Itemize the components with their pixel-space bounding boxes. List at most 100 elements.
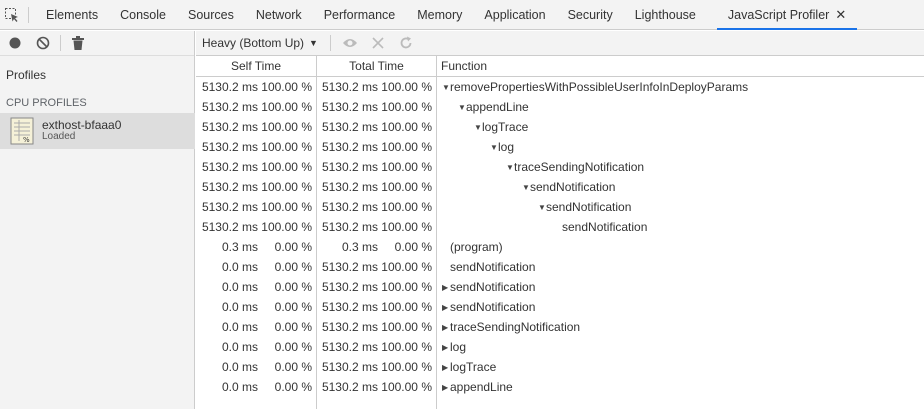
tab-performance[interactable]: Performance — [313, 0, 407, 30]
tab-memory[interactable]: Memory — [406, 0, 473, 30]
expanded-triangle-icon[interactable]: ▼ — [458, 98, 466, 118]
clear-icon[interactable] — [32, 32, 54, 54]
table-row[interactable]: 5130.2 ms 100.00 % 5130.2 ms 100.00 % ▼remov… — [196, 77, 924, 97]
tab-console[interactable]: Console — [109, 0, 177, 30]
collapsed-triangle-icon[interactable]: ▶ — [442, 338, 450, 358]
expanded-triangle-icon[interactable]: ▼ — [474, 118, 482, 138]
function-name: appendLine — [466, 100, 529, 114]
function-cell: ▼log — [490, 137, 514, 158]
self-time-percent: 0.00 % — [274, 360, 312, 374]
restore-reload-icon[interactable] — [395, 32, 417, 54]
table-row[interactable]: 0.0 ms 0.00 % 5130.2 ms 100.00 % ▶ log — [196, 337, 924, 357]
self-time-ms: 0.0 ms — [221, 280, 258, 294]
profile-status: Loaded — [42, 131, 76, 142]
function-name: logTrace — [450, 360, 497, 374]
collapsed-triangle-icon[interactable]: ▶ — [442, 378, 450, 398]
profiles-sidebar: Profiles CPU PROFILES % exthost-bfaaa0 L… — [0, 31, 195, 409]
close-icon[interactable]: ✕ — [835, 7, 846, 22]
total-time-ms: 5130.2 ms — [321, 280, 378, 294]
profile-item[interactable]: % exthost-bfaaa0 Loaded — [0, 113, 195, 149]
dropdown-caret-icon: ▼ — [309, 38, 318, 48]
tab-divider — [28, 6, 29, 23]
function-cell: ▼removePropertiesWithPossibleUserInfoInD… — [442, 77, 748, 98]
focus-eye-icon[interactable] — [339, 32, 361, 54]
view-mode-select[interactable]: Heavy (Bottom Up) ▼ — [202, 36, 318, 50]
function-name: traceSendingNotification — [450, 320, 581, 334]
tab-application[interactable]: Application — [473, 0, 556, 30]
function-name: (program) — [450, 240, 503, 254]
tab-javascript-profiler[interactable]: JavaScript Profiler ✕ — [716, 0, 858, 30]
self-time-percent: 0.00 % — [274, 340, 312, 354]
expanded-triangle-icon[interactable]: ▼ — [506, 158, 514, 178]
table-row[interactable]: 0.3 ms 0.00 % 0.3 ms 0.00 % (program) — [196, 237, 924, 257]
collapsed-triangle-icon[interactable]: ▶ — [442, 358, 450, 378]
total-time-ms: 5130.2 ms — [321, 100, 378, 114]
self-time-ms: 0.3 ms — [221, 240, 258, 254]
table-header: Self Time Total Time Function — [196, 56, 924, 77]
inspect-element-icon[interactable] — [0, 0, 24, 30]
table-row[interactable]: 0.0 ms 0.00 % 5130.2 ms 100.00 % ▶ traceSendi… — [196, 317, 924, 337]
total-time-ms: 5130.2 ms — [321, 340, 378, 354]
table-row[interactable]: 5130.2 ms 100.00 % 5130.2 ms 100.00 % ▼sendN… — [196, 177, 924, 197]
expanded-triangle-icon[interactable]: ▼ — [490, 138, 498, 158]
collapsed-triangle-icon[interactable]: ▶ — [442, 318, 450, 338]
table-row[interactable]: 0.0 ms 0.00 % 5130.2 ms 100.00 % sendNotific… — [196, 257, 924, 277]
expanded-triangle-icon[interactable]: ▼ — [538, 198, 546, 218]
function-cell: sendNotification — [450, 257, 535, 277]
collapsed-triangle-icon[interactable]: ▶ — [442, 278, 450, 298]
self-time-percent: 0.00 % — [274, 240, 312, 254]
collapsed-triangle-icon[interactable]: ▶ — [442, 298, 450, 318]
table-row[interactable]: 5130.2 ms 100.00 % 5130.2 ms 100.00 % sendNo… — [196, 217, 924, 237]
table-row[interactable]: 5130.2 ms 100.00 % 5130.2 ms 100.00 % ▼logTr… — [196, 117, 924, 137]
total-time-percent: 100.00 % — [381, 260, 432, 274]
profile-rows: 5130.2 ms 100.00 % 5130.2 ms 100.00 % ▼remov… — [196, 77, 924, 397]
function-name: log — [498, 140, 515, 154]
tab-lighthouse[interactable]: Lighthouse — [624, 0, 707, 30]
total-time-percent: 100.00 % — [381, 380, 432, 394]
self-time-percent: 100.00 % — [261, 200, 312, 214]
total-time-ms: 5130.2 ms — [321, 200, 378, 214]
table-row[interactable]: 0.0 ms 0.00 % 5130.2 ms 100.00 % ▶ sendNotifi… — [196, 277, 924, 297]
function-name: appendLine — [450, 380, 513, 394]
table-row[interactable]: 5130.2 ms 100.00 % 5130.2 ms 100.00 % ▼sendN… — [196, 197, 924, 217]
function-cell: ▼appendLine — [458, 97, 529, 118]
function-name: sendNotification — [450, 280, 536, 294]
function-cell: ▶ sendNotification — [442, 297, 535, 318]
function-cell: ▶ appendLine — [442, 377, 513, 398]
function-cell: ▼sendNotification — [522, 177, 615, 198]
expanded-triangle-icon[interactable]: ▼ — [442, 78, 450, 98]
self-time-ms: 0.0 ms — [221, 360, 258, 374]
self-time-ms: 5130.2 ms — [201, 220, 258, 234]
total-time-percent: 100.00 % — [381, 220, 432, 234]
function-cell: ▶ traceSendingNotification — [442, 317, 580, 338]
table-row[interactable]: 5130.2 ms 100.00 % 5130.2 ms 100.00 % ▼appen… — [196, 97, 924, 117]
tab-network[interactable]: Network — [245, 0, 313, 30]
expanded-triangle-icon[interactable]: ▼ — [522, 178, 530, 198]
tab-label: Network — [255, 8, 302, 22]
self-time-percent: 100.00 % — [261, 80, 312, 94]
self-time-ms: 5130.2 ms — [201, 120, 258, 134]
exclude-close-icon[interactable] — [367, 32, 389, 54]
tab-sources[interactable]: Sources — [177, 0, 245, 30]
tab-label: Performance — [323, 8, 396, 22]
tab-label: Lighthouse — [634, 8, 696, 22]
total-time-percent: 100.00 % — [381, 360, 432, 374]
function-cell: ▼traceSendingNotification — [506, 157, 644, 178]
total-time-ms: 0.3 ms — [341, 240, 378, 254]
total-time-header[interactable]: Total Time — [317, 56, 436, 77]
table-row[interactable]: 5130.2 ms 100.00 % 5130.2 ms 100.00 % ▼trace… — [196, 157, 924, 177]
self-time-header[interactable]: Self Time — [196, 56, 316, 77]
trash-icon[interactable] — [67, 32, 89, 54]
tab-security[interactable]: Security — [557, 0, 624, 30]
table-row[interactable]: 0.0 ms 0.00 % 5130.2 ms 100.00 % ▶ appendLine — [196, 377, 924, 397]
self-time-ms: 0.0 ms — [221, 380, 258, 394]
table-row[interactable]: 5130.2 ms 100.00 % 5130.2 ms 100.00 % ▼log — [196, 137, 924, 157]
table-row[interactable]: 0.0 ms 0.00 % 5130.2 ms 100.00 % ▶ logTrace — [196, 357, 924, 377]
function-header[interactable]: Function — [441, 56, 487, 77]
view-mode-label: Heavy (Bottom Up) — [202, 36, 305, 50]
tab-elements[interactable]: Elements — [35, 0, 109, 30]
record-icon[interactable] — [4, 32, 26, 54]
total-time-ms: 5130.2 ms — [321, 80, 378, 94]
tab-label: Security — [567, 8, 613, 22]
table-row[interactable]: 0.0 ms 0.00 % 5130.2 ms 100.00 % ▶ sendNotifi… — [196, 297, 924, 317]
